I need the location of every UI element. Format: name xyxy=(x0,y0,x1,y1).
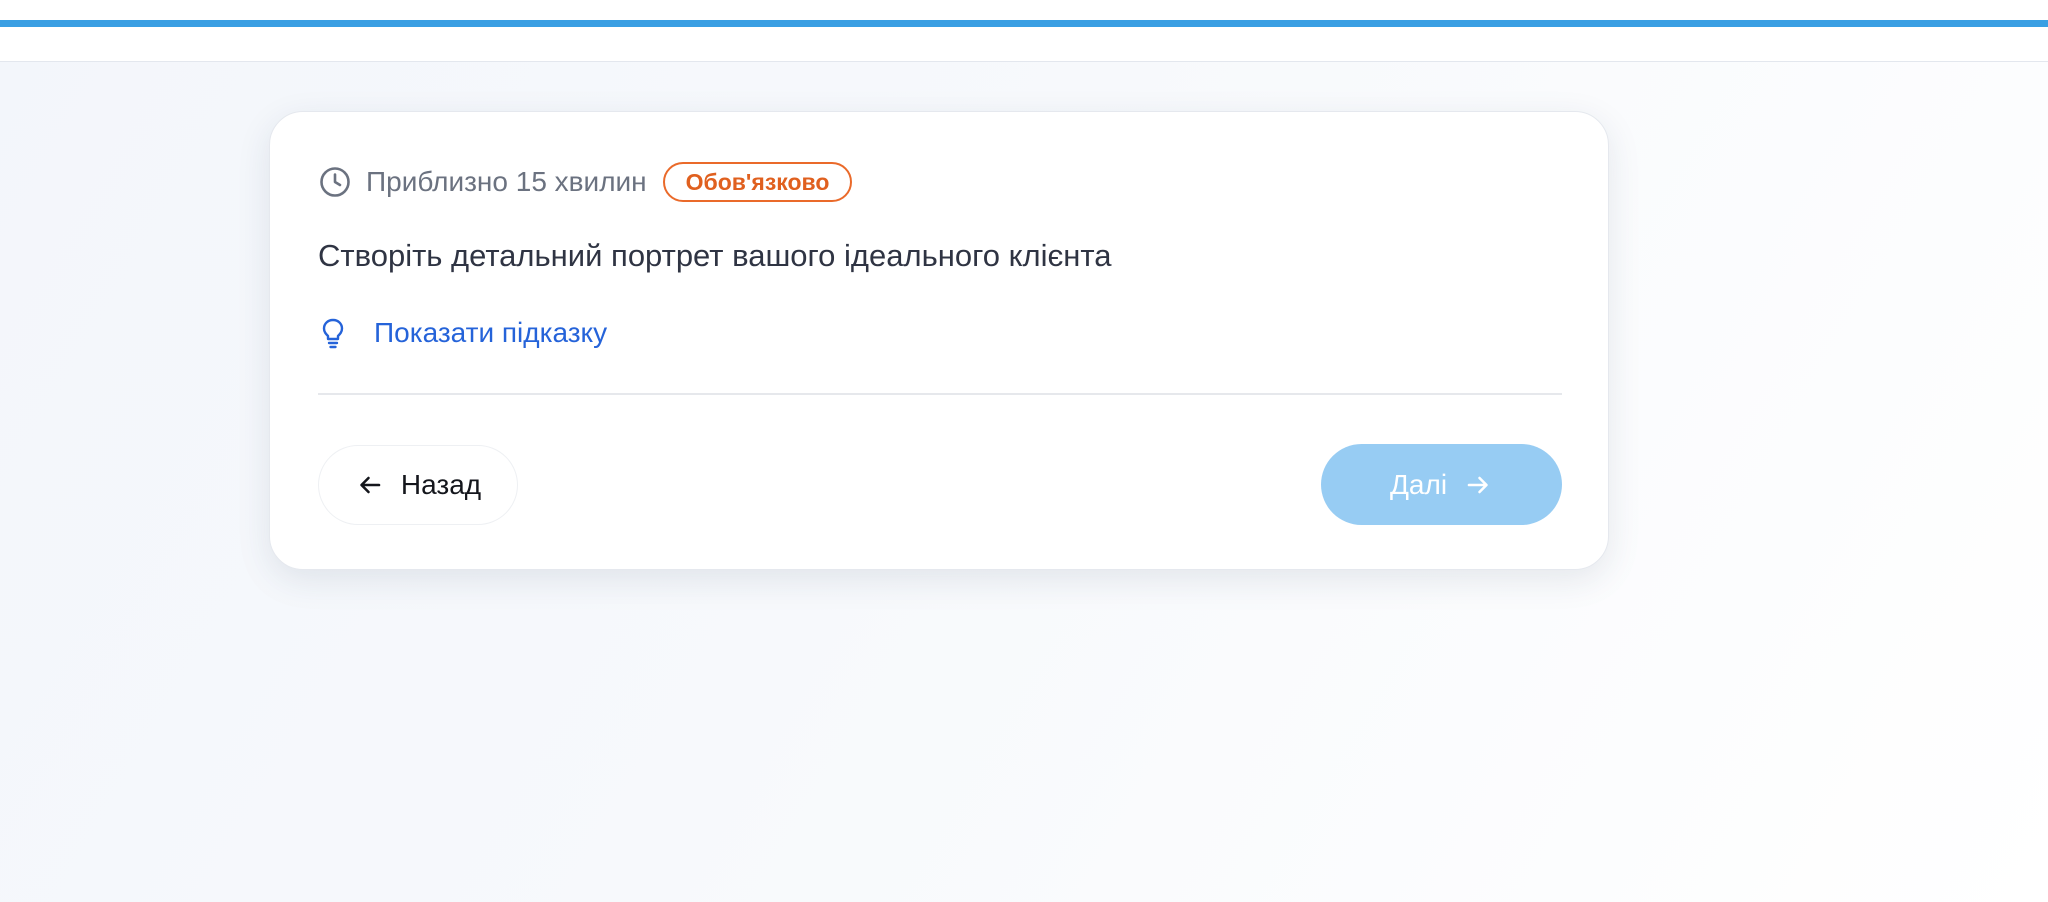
show-hint-link[interactable]: Показати підказку xyxy=(318,311,607,355)
task-card: Приблизно 15 хвилин Обов'язково Створіть… xyxy=(269,111,1609,570)
task-meta: Приблизно 15 хвилин Обов'язково xyxy=(318,160,853,204)
next-button[interactable]: Далі xyxy=(1321,444,1562,525)
arrow-left-icon xyxy=(355,470,385,500)
progress-bar-fill xyxy=(0,20,2048,27)
arrow-right-icon xyxy=(1463,470,1493,500)
duration-text: Приблизно 15 хвилин xyxy=(366,166,647,197)
clock-icon xyxy=(318,165,352,199)
progress-track xyxy=(0,0,2048,28)
task-question: Створіть детальний портрет вашого ідеаль… xyxy=(318,238,1112,273)
next-button-label: Далі xyxy=(1389,468,1448,500)
required-badge: Обов'язково xyxy=(662,162,853,202)
lightbulb-icon xyxy=(318,316,348,350)
divider xyxy=(318,393,1562,395)
header-bar xyxy=(0,28,2048,62)
back-button[interactable]: Назад xyxy=(318,445,518,525)
show-hint-label[interactable]: Показати підказку xyxy=(374,317,607,349)
back-button-label: Назад xyxy=(400,469,482,500)
